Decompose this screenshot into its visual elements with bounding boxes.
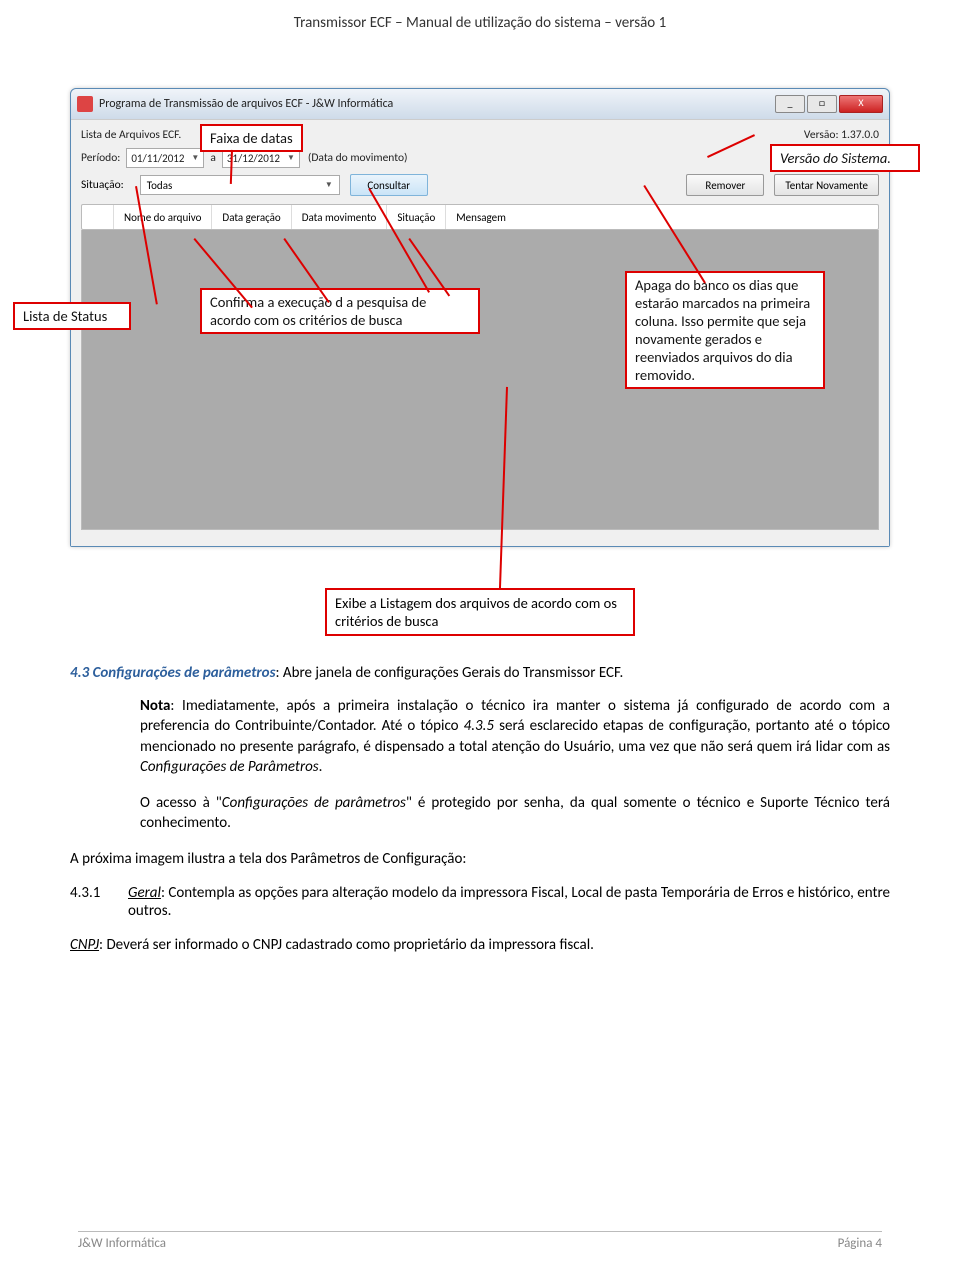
document-body: Exibe a Listagem dos arquivos de acordo … xyxy=(70,588,890,970)
date-hint: (Data do movimento) xyxy=(308,151,408,165)
date-separator: a xyxy=(210,151,216,165)
app-icon xyxy=(77,96,93,112)
footer-left: J&W Informática xyxy=(78,1236,166,1251)
note-ref: 4.3.5 xyxy=(464,717,494,735)
window-titlebar: Programa de Transmissão de arquivos ECF … xyxy=(71,89,889,119)
dropdown-icon: ▼ xyxy=(191,153,199,163)
dropdown-icon: ▼ xyxy=(287,153,295,163)
col-data-geracao: Data geração xyxy=(212,205,291,229)
callout-faixa-datas: Faixa de datas xyxy=(200,124,303,152)
callout-lista-status: Lista de Status xyxy=(13,302,131,330)
cnpj-rest: : Deverá ser informado o CNPJ cadastrado… xyxy=(99,936,594,954)
sub-body: Geral: Contempla as opções para alteraçã… xyxy=(128,884,890,920)
section-rest: : Abre janela de configurações Gerais do… xyxy=(276,664,624,682)
window-controls: _ □ X xyxy=(773,95,883,113)
col-situacao: Situação xyxy=(387,205,446,229)
sub-title: Geral xyxy=(128,884,161,902)
screenshot-container: Programa de Transmissão de arquivos ECF … xyxy=(70,88,890,547)
situacao-label: Situação: xyxy=(81,178,124,192)
section-4-3-heading: 4.3 Configurações de parâmetros: Abre ja… xyxy=(70,664,890,682)
date-from-picker[interactable]: 01/11/2012 ▼ xyxy=(126,148,204,168)
document-header: Transmissor ECF – Manual de utilização d… xyxy=(0,14,960,32)
section-number: 4.3 xyxy=(70,664,93,682)
next-image-paragraph: A próxima imagem ilustra a tela dos Parâ… xyxy=(70,850,890,868)
section-title: Configurações de parâmetros xyxy=(93,664,276,682)
footer-right: Página 4 xyxy=(838,1236,882,1251)
col-data-movimento: Data movimento xyxy=(292,205,388,229)
col-mensagem: Mensagem xyxy=(446,205,516,229)
note-conf: Configurações de Parâmetros xyxy=(140,758,319,776)
note-label: Nota xyxy=(140,697,170,715)
callout-exibe-listagem: Exibe a Listagem dos arquivos de acordo … xyxy=(325,588,635,636)
section-4-3-1: 4.3.1 Geral: Contempla as opções para al… xyxy=(70,884,890,920)
remover-button[interactable]: Remover xyxy=(686,174,764,196)
situacao-select[interactable]: Todas ▼ xyxy=(140,175,340,195)
col-nome: Nome do arquivo xyxy=(114,205,212,229)
tentar-novamente-button[interactable]: Tentar Novamente xyxy=(774,174,879,196)
grid-header: Nome do arquivo Data geração Data movime… xyxy=(81,204,879,230)
periodo-label: Período: xyxy=(81,151,120,165)
access-cf: Configurações de parâmetros xyxy=(222,794,406,812)
situacao-value: Todas xyxy=(147,179,173,192)
sub-number: 4.3.1 xyxy=(70,884,118,920)
note-dot: . xyxy=(319,758,323,776)
sub-rest: : Contempla as opções para alteração mod… xyxy=(128,884,890,920)
access-paragraph: O acesso à "Configurações de parâmetros"… xyxy=(140,793,890,834)
access-p1: O acesso à " xyxy=(140,794,222,812)
close-button[interactable]: X xyxy=(839,95,883,113)
dropdown-icon: ▼ xyxy=(325,180,333,190)
window-title: Programa de Transmissão de arquivos ECF … xyxy=(99,97,773,111)
minimize-button[interactable]: _ xyxy=(775,95,805,113)
page-footer: J&W Informática Página 4 xyxy=(78,1231,882,1251)
date-to-value: 31/12/2012 xyxy=(227,152,280,165)
version-label: Versão: xyxy=(804,128,839,142)
cnpj-paragraph: CNPJ: Deverá ser informado o CNPJ cadast… xyxy=(70,936,890,954)
version-value: 1.37.0.0 xyxy=(841,128,879,142)
callout-versao-sistema: Versão do Sistema. xyxy=(770,144,920,172)
list-label: Lista de Arquivos ECF. xyxy=(81,128,181,142)
note-paragraph: Nota: Imediatamente, após a primeira ins… xyxy=(140,696,890,777)
consultar-button[interactable]: Consultar xyxy=(350,174,428,196)
cnpj-label: CNPJ xyxy=(70,936,99,954)
callout-apaga: Apaga do banco os dias que estarão marca… xyxy=(625,271,825,389)
date-from-value: 01/11/2012 xyxy=(131,152,184,165)
maximize-button[interactable]: □ xyxy=(807,95,837,113)
